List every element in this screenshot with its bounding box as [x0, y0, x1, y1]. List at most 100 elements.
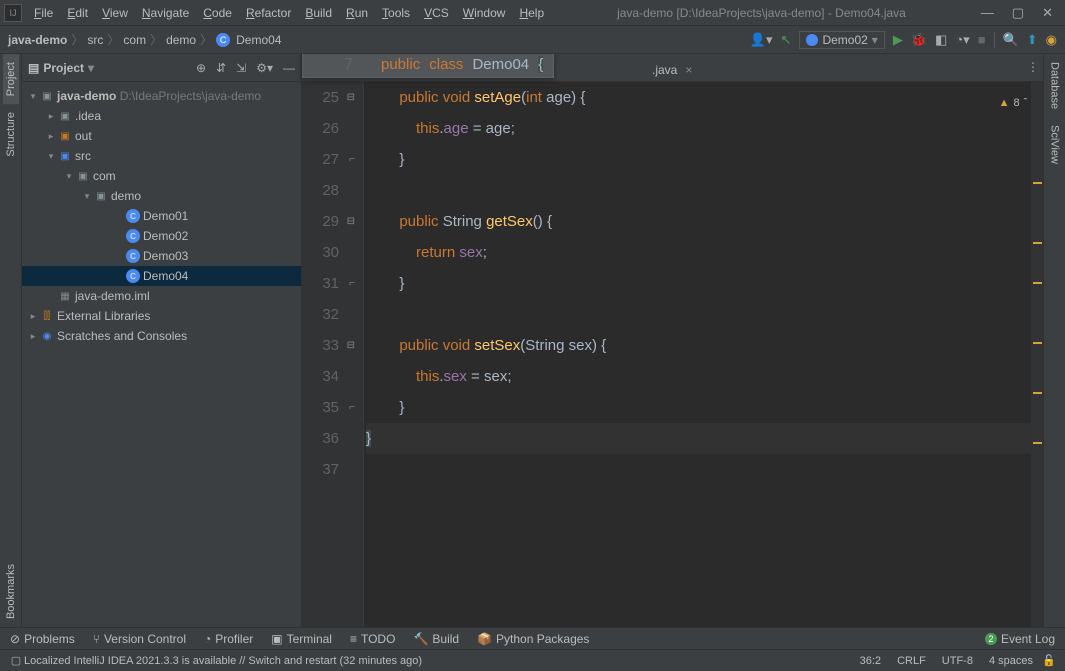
close-tab-icon[interactable]: ×: [685, 63, 692, 77]
menu-window[interactable]: Window: [457, 4, 512, 22]
code-line[interactable]: [366, 454, 1043, 485]
status-message[interactable]: Localized IntelliJ IDEA 2021.3.3 is avai…: [24, 655, 422, 667]
breadcrumb-item[interactable]: Demo04: [236, 33, 281, 47]
editor-gutter[interactable]: 25⊟2627⌐2829⊟3031⌐3233⊟3435⌐3637: [302, 82, 364, 627]
code-line[interactable]: [366, 299, 1043, 330]
bottom-tab-profiler[interactable]: ◔Profiler: [204, 632, 253, 646]
menu-run[interactable]: Run: [340, 4, 374, 22]
tree-idea[interactable]: ▸▣.idea: [22, 106, 301, 126]
right-tab-database[interactable]: Database: [1047, 54, 1063, 117]
error-stripe[interactable]: [1031, 82, 1043, 627]
tree-iml[interactable]: ▦java-demo.iml: [22, 286, 301, 306]
update-icon[interactable]: ⬆: [1027, 32, 1038, 48]
code-line[interactable]: this.age = age;: [366, 113, 1043, 144]
menu-edit[interactable]: Edit: [61, 4, 94, 22]
menu-tools[interactable]: Tools: [376, 4, 416, 22]
project-view-icon: ▤: [28, 61, 39, 75]
menu-navigate[interactable]: Navigate: [136, 4, 195, 22]
project-tree[interactable]: ▾▣ java-demo D:\IdeaProjects\java-demo ▸…: [22, 82, 301, 627]
code-line[interactable]: public void setAge(int age) {: [366, 82, 1043, 113]
bottom-tab-build[interactable]: 🔨Build: [413, 632, 459, 646]
search-icon[interactable]: 🔍: [1003, 32, 1019, 48]
tree-demo[interactable]: ▾▣demo: [22, 186, 301, 206]
code-line[interactable]: }: [366, 423, 1043, 454]
code-editor[interactable]: 25⊟2627⌐2829⊟3031⌐3233⊟3435⌐3637 ▲ 8 ˆ ˇ: [302, 82, 1043, 627]
right-tool-strip: Database SciView: [1043, 54, 1065, 627]
chevron-up-icon[interactable]: ˆ: [1024, 88, 1028, 119]
status-bar: ▢ Localized IntelliJ IDEA 2021.3.3 is av…: [0, 649, 1065, 671]
code-line[interactable]: this.sex = sex;: [366, 361, 1043, 392]
user-icon[interactable]: 👤▾: [750, 32, 773, 48]
bottom-tab-python-packages[interactable]: 📦Python Packages: [477, 632, 589, 646]
coverage-icon[interactable]: ◧: [935, 32, 947, 48]
bottom-tab-problems[interactable]: ⊘Problems: [10, 632, 75, 646]
right-tab-sciview[interactable]: SciView: [1047, 117, 1063, 172]
code-line[interactable]: }: [366, 392, 1043, 423]
code-line[interactable]: public void setSex(String sex) {: [366, 330, 1043, 361]
tree-src[interactable]: ▾▣src: [22, 146, 301, 166]
ide-settings-icon[interactable]: ◉: [1046, 32, 1057, 48]
debug-icon[interactable]: 🐞: [911, 32, 927, 48]
maximize-button[interactable]: ▢: [1012, 5, 1024, 21]
menu-code[interactable]: Code: [197, 4, 238, 22]
bottom-tab-todo[interactable]: ≡TODO: [350, 632, 395, 646]
tab-menu-icon[interactable]: ⋮: [1027, 60, 1039, 74]
bottom-tab-terminal[interactable]: ▣Terminal: [271, 632, 332, 646]
breadcrumb-item[interactable]: com: [123, 33, 146, 47]
caret-position[interactable]: 36:2: [852, 655, 889, 667]
window-title: java-demo [D:\IdeaProjects\java-demo] - …: [550, 6, 973, 20]
code-line[interactable]: }: [366, 144, 1043, 175]
menu-build[interactable]: Build: [299, 4, 338, 22]
tree-scratches[interactable]: ▸◉Scratches and Consoles: [22, 326, 301, 346]
collapse-all-icon[interactable]: ⇲: [236, 61, 246, 75]
tree-class-demo03[interactable]: CDemo03: [22, 246, 301, 266]
build-hammer-icon[interactable]: ↖: [781, 32, 792, 48]
tree-class-demo02[interactable]: CDemo02: [22, 226, 301, 246]
breadcrumb-item[interactable]: java-demo: [8, 33, 67, 47]
breadcrumb: java-demo〉src〉com〉demo〉CDemo04: [0, 31, 289, 48]
main-menu: FileEditViewNavigateCodeRefactorBuildRun…: [28, 4, 550, 22]
stop-icon[interactable]: ■: [978, 32, 986, 47]
breadcrumb-item[interactable]: demo: [166, 33, 196, 47]
select-opened-file-icon[interactable]: ⊕: [196, 61, 206, 75]
close-button[interactable]: ✕: [1042, 5, 1053, 21]
code-line[interactable]: }: [366, 268, 1043, 299]
settings-gear-icon[interactable]: ⚙▾: [256, 61, 273, 75]
menu-file[interactable]: File: [28, 4, 59, 22]
left-tab-project[interactable]: Project: [3, 54, 19, 104]
line-separator[interactable]: CRLF: [889, 655, 934, 667]
menu-help[interactable]: Help: [513, 4, 550, 22]
tree-class-demo01[interactable]: CDemo01: [22, 206, 301, 226]
breadcrumb-sticky-header[interactable]: 7 public class Demo04 {: [302, 54, 554, 78]
minimize-button[interactable]: —: [981, 5, 994, 21]
left-tab-bookmarks[interactable]: Bookmarks: [3, 556, 19, 627]
code-line[interactable]: [366, 175, 1043, 206]
code-line[interactable]: public String getSex() {: [366, 206, 1043, 237]
tree-out[interactable]: ▸▣out: [22, 126, 301, 146]
profiler-icon[interactable]: ◔▾: [955, 32, 969, 48]
inspection-widget[interactable]: ▲ 8 ˆ ˇ: [999, 88, 1035, 119]
bottom-tab-event-log[interactable]: 2Event Log: [985, 632, 1055, 646]
tree-root[interactable]: ▾▣ java-demo D:\IdeaProjects\java-demo: [22, 86, 301, 106]
menu-refactor[interactable]: Refactor: [240, 4, 297, 22]
bottom-tool-strip: ⊘Problems ⑂Version Control ◔Profiler ▣Termi…: [0, 627, 1065, 649]
tree-com[interactable]: ▾▣com: [22, 166, 301, 186]
run-config-selector[interactable]: Demo02 ▾: [799, 31, 884, 49]
breadcrumb-item[interactable]: src: [87, 33, 103, 47]
left-tab-structure[interactable]: Structure: [3, 104, 19, 165]
readonly-lock-icon[interactable]: 🔓: [1041, 654, 1057, 667]
hide-panel-icon[interactable]: —: [283, 61, 295, 75]
status-tools-icon[interactable]: ▢: [8, 654, 24, 667]
code-line[interactable]: return sex;: [366, 237, 1043, 268]
tree-class-demo04[interactable]: CDemo04: [22, 266, 301, 286]
bottom-tab-version-control[interactable]: ⑂Version Control: [93, 632, 186, 646]
run-icon[interactable]: ▶: [893, 32, 903, 48]
indent-setting[interactable]: 4 spaces: [981, 655, 1041, 667]
file-encoding[interactable]: UTF-8: [934, 655, 981, 667]
editor-tab[interactable]: .java ×: [642, 59, 702, 81]
expand-all-icon[interactable]: ⇵: [216, 61, 226, 75]
left-tool-strip: Project Structure Bookmarks: [0, 54, 22, 627]
menu-view[interactable]: View: [96, 4, 134, 22]
tree-ext-libs[interactable]: ▸⫿⫿External Libraries: [22, 306, 301, 326]
menu-vcs[interactable]: VCS: [418, 4, 455, 22]
